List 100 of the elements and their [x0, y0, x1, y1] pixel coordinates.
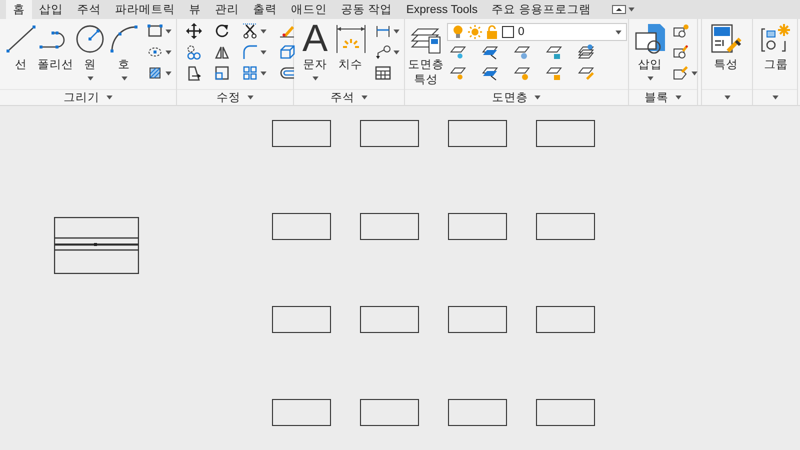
scale-square-icon[interactable]	[214, 65, 230, 81]
ribbon-tool-button[interactable]: 선	[6, 23, 36, 73]
layer-bulb-icon[interactable]	[450, 44, 466, 60]
panel-title: 주석	[330, 91, 354, 105]
panel-title: 수정	[216, 91, 240, 105]
panel-title: 도면층	[492, 91, 528, 105]
layer-dropdown[interactable]: 0	[447, 23, 627, 41]
ribbon-tool-button[interactable]: 폴리선	[40, 23, 71, 73]
mirror-triangles-icon[interactable]	[214, 44, 230, 60]
layer-name: 0	[518, 26, 524, 38]
rectangle-shape	[360, 399, 419, 426]
ribbon-tab[interactable]: Express Tools	[399, 0, 485, 19]
caret-icon[interactable]	[165, 50, 172, 54]
rectangle-shape	[272, 120, 331, 147]
ribbon-tab[interactable]: 출력	[246, 0, 284, 19]
dimension-icon	[334, 23, 366, 55]
rectangle-shape	[536, 120, 595, 147]
ribbon-tool-button[interactable]: 원	[75, 23, 105, 81]
block-insert-icon	[634, 23, 666, 55]
ribbon-tab[interactable]: 주요 응용프로그램	[484, 0, 598, 19]
cube-icon[interactable]	[279, 44, 295, 60]
tag-edit-icon[interactable]	[673, 65, 689, 81]
caret-icon	[615, 30, 622, 34]
block-edit-icon[interactable]	[673, 44, 689, 60]
rectangle-shape	[536, 399, 595, 426]
properties-palette-icon	[710, 23, 742, 55]
rectangle-shape	[272, 306, 331, 333]
rectangle-icon[interactable]	[147, 23, 163, 39]
arc-icon	[108, 23, 140, 55]
block-star-icon[interactable]	[673, 23, 689, 39]
hatch-icon[interactable]	[147, 65, 163, 81]
line-icon	[5, 23, 37, 55]
rectangle-shape	[272, 213, 331, 240]
layer-stack-icon[interactable]	[578, 44, 594, 60]
rectangle-shape	[536, 213, 595, 240]
ribbon-tool-button[interactable]: 치수	[334, 23, 367, 73]
ribbon-tool-button[interactable]: 도면층 특성	[411, 23, 441, 88]
rectangle-shape	[536, 306, 595, 333]
layer-arrow-icon[interactable]	[482, 65, 498, 81]
panel-title: 그리기	[64, 91, 100, 105]
ribbon-tool-button[interactable]: 그룹	[759, 23, 793, 73]
caret-icon[interactable]	[393, 50, 400, 54]
circle-icon	[74, 23, 106, 55]
ribbon-tab[interactable]: 관리	[208, 0, 246, 19]
move-arrows-icon[interactable]	[186, 23, 202, 39]
layer-lock-icon[interactable]	[546, 44, 562, 60]
caret-icon[interactable]	[691, 70, 698, 76]
ribbon-tab[interactable]: 주석	[70, 0, 108, 19]
panel-title: 블록	[644, 91, 668, 105]
caret-icon[interactable]	[165, 70, 172, 76]
ribbon-tool-button[interactable]: 특성	[708, 23, 744, 73]
caret-icon[interactable]	[674, 95, 682, 100]
caret-icon[interactable]	[165, 28, 172, 34]
copy-circles-icon[interactable]	[186, 44, 202, 60]
caret-icon[interactable]	[393, 28, 400, 34]
color-swatch-icon	[502, 26, 514, 38]
caret-icon[interactable]	[260, 50, 267, 54]
scissors-icon[interactable]	[242, 23, 258, 39]
caret-icon[interactable]	[534, 95, 541, 100]
layer-bulb-icon[interactable]	[450, 65, 466, 81]
ribbon-tab[interactable]: 파라메트릭	[108, 0, 182, 19]
panel-toggle-icon[interactable]	[612, 5, 626, 14]
text-tool-icon: A	[302, 23, 328, 55]
caret-icon[interactable]	[772, 95, 778, 100]
fillet-corner-icon[interactable]	[242, 44, 258, 60]
caret-icon[interactable]	[628, 7, 635, 12]
linear-dimension-icon[interactable]	[375, 23, 391, 39]
ribbon-tab[interactable]: 홈	[6, 0, 32, 19]
layer-arrow-icon[interactable]	[482, 44, 498, 60]
caret-icon[interactable]	[106, 95, 112, 100]
rotate-arrow-icon[interactable]	[214, 23, 230, 39]
light-bulb-icon	[452, 25, 464, 39]
ribbon-tab[interactable]: 애드인	[284, 0, 334, 19]
layer-sun-icon[interactable]	[514, 65, 530, 81]
layer-unlock-icon[interactable]	[546, 65, 562, 81]
rectangle-shape	[360, 213, 419, 240]
caret-icon[interactable]	[246, 95, 254, 100]
caret-icon[interactable]	[260, 28, 267, 34]
ribbon-tab[interactable]: 삽입	[32, 0, 70, 19]
rectangle-shape	[272, 399, 331, 426]
array-squares-icon[interactable]	[242, 65, 258, 81]
stretch-icon[interactable]	[186, 65, 202, 81]
ribbon-tool-button[interactable]: 삽입	[635, 23, 665, 81]
offset-arcs-icon[interactable]	[279, 65, 295, 81]
leader-icon[interactable]	[375, 44, 391, 60]
rectangle-shape	[360, 120, 419, 147]
sun-icon	[468, 25, 482, 39]
ribbon-tool-button[interactable]: A 문자	[300, 23, 330, 81]
ribbon-tab[interactable]: 뷰	[182, 0, 208, 19]
rectangle-shape	[448, 213, 507, 240]
ribbon-tab[interactable]: 공동 작업	[334, 0, 400, 19]
layer-edit-icon[interactable]	[578, 65, 594, 81]
eraser-icon[interactable]	[279, 23, 295, 39]
layer-freeze-icon[interactable]	[514, 44, 530, 60]
caret-icon[interactable]	[360, 95, 368, 100]
ribbon-tool-button[interactable]: 호	[109, 23, 139, 81]
padlock-icon	[486, 25, 498, 39]
caret-icon[interactable]	[260, 70, 267, 76]
caret-icon[interactable]	[724, 95, 730, 100]
table-icon[interactable]	[375, 65, 391, 81]
